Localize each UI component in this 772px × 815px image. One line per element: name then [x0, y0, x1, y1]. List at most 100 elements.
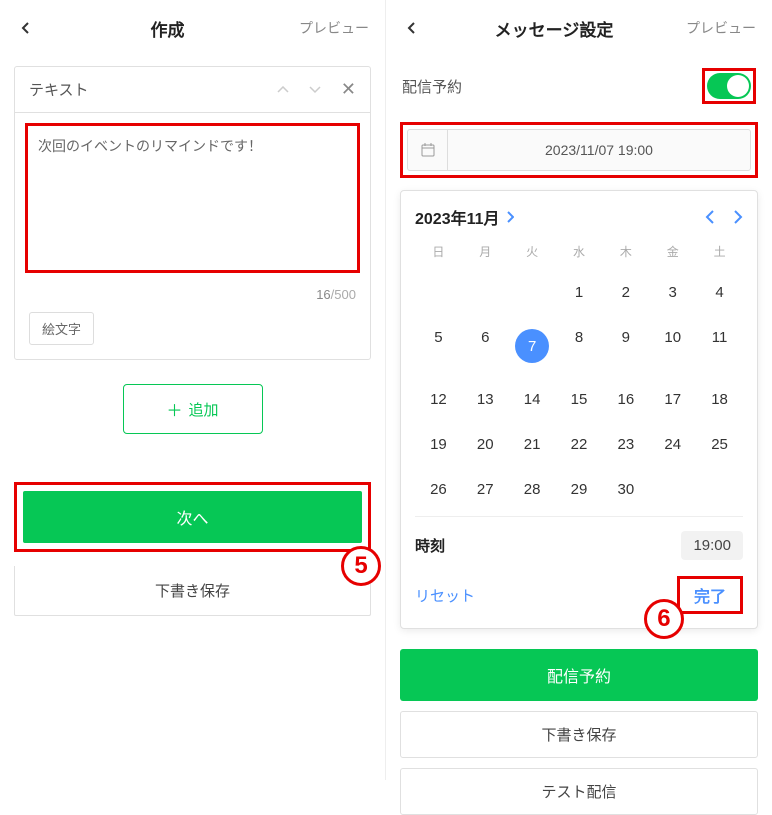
screen-compose: 作成 プレビュー テキスト ✕ 次回のイベントのリマインドです！ [0, 0, 386, 780]
day-cell[interactable]: 12 [415, 383, 462, 416]
day-cell[interactable]: 3 [649, 276, 696, 309]
day-cell[interactable]: 14 [509, 383, 556, 416]
day-cell[interactable]: 10 [649, 321, 696, 371]
day-cell[interactable]: 11 [696, 321, 743, 371]
calendar-nav [705, 210, 743, 224]
highlight-done: 完了 6 [677, 576, 743, 614]
time-row: 時刻 19:00 [415, 516, 743, 566]
dow-header: 火 [509, 239, 556, 264]
day-cell[interactable]: 29 [556, 473, 603, 506]
preview-link[interactable]: プレビュー [686, 18, 756, 38]
day-cell[interactable]: 4 [696, 276, 743, 309]
next-button[interactable]: 次へ [23, 491, 362, 543]
char-max: 500 [334, 287, 356, 302]
page-title: メッセージ設定 [495, 16, 614, 41]
draft-button[interactable]: 下書き保存 [400, 711, 758, 758]
day-empty: . [509, 276, 556, 309]
delivery-label: 配信予約 [402, 76, 462, 97]
day-cell[interactable]: 27 [462, 473, 509, 506]
day-cell[interactable]: 18 [696, 383, 743, 416]
day-cell[interactable]: 13 [462, 383, 509, 416]
test-send-button[interactable]: テスト配信 [400, 768, 758, 815]
chevron-up-icon[interactable] [277, 86, 289, 94]
day-cell[interactable]: 22 [556, 428, 603, 461]
day-cell[interactable]: 26 [415, 473, 462, 506]
calendar-popup: 2023年11月 日月火水木金土...123456789101112131415… [400, 190, 758, 629]
day-cell[interactable]: 7 [509, 321, 556, 371]
day-cell[interactable]: 15 [556, 383, 603, 416]
month-label: 2023年11月 [415, 205, 500, 229]
time-label: 時刻 [415, 535, 445, 556]
badge-6: 6 [644, 599, 684, 639]
card-header: テキスト ✕ [15, 67, 370, 113]
page-title: 作成 [151, 16, 185, 41]
dow-header: 日 [415, 239, 462, 264]
card-type-label: テキスト [29, 79, 89, 100]
message-textarea[interactable]: 次回のイベントのリマインドです！ [25, 123, 360, 273]
dow-header: 土 [696, 239, 743, 264]
day-cell[interactable]: 8 [556, 321, 603, 371]
day-cell[interactable]: 6 [462, 321, 509, 371]
add-button[interactable]: ＋ 追加 [123, 384, 263, 434]
schedule-button[interactable]: 配信予約 [400, 649, 758, 701]
day-cell[interactable]: 1 [556, 276, 603, 309]
datetime-field[interactable]: 2023/11/07 19:00 [407, 129, 751, 171]
highlight-box-5: 次へ [14, 482, 371, 552]
text-card: テキスト ✕ 次回のイベントのリマインドです！ 16/500 [14, 66, 371, 360]
day-cell[interactable]: 19 [415, 428, 462, 461]
header: メッセージ設定 プレビュー [386, 0, 772, 56]
day-cell[interactable]: 24 [649, 428, 696, 461]
highlight-toggle [702, 68, 756, 104]
calendar-grid: 日月火水木金土...123456789101112131415161718192… [415, 239, 743, 506]
next-wrap: 次へ 5 [0, 468, 385, 566]
prev-month-button[interactable] [705, 210, 715, 224]
char-current: 16 [316, 287, 330, 302]
close-icon[interactable]: ✕ [341, 79, 356, 100]
dow-header: 金 [649, 239, 696, 264]
emoji-button[interactable]: 絵文字 [29, 312, 94, 345]
dow-header: 水 [556, 239, 603, 264]
delivery-toggle-row: 配信予約 [386, 56, 772, 116]
done-button[interactable]: 完了 [694, 583, 726, 607]
calendar-footer: リセット 完了 6 [415, 566, 743, 614]
toggle-knob [727, 75, 749, 97]
calendar-month[interactable]: 2023年11月 [415, 205, 514, 229]
content-area: テキスト ✕ 次回のイベントのリマインドです！ 16/500 [0, 56, 385, 468]
day-cell[interactable]: 23 [602, 428, 649, 461]
message-text: 次回のイベントのリマインドです！ [38, 136, 347, 156]
day-empty: . [462, 276, 509, 309]
day-cell[interactable]: 30 [602, 473, 649, 506]
textarea-wrap: 次回のイベントのリマインドです！ [15, 113, 370, 283]
day-cell[interactable]: 20 [462, 428, 509, 461]
day-cell[interactable]: 16 [602, 383, 649, 416]
preview-link[interactable]: プレビュー [299, 18, 369, 38]
next-month-button[interactable] [733, 210, 743, 224]
calendar-header: 2023年11月 [415, 205, 743, 229]
back-icon[interactable] [402, 18, 422, 38]
day-cell[interactable]: 5 [415, 321, 462, 371]
day-cell[interactable]: 28 [509, 473, 556, 506]
datetime-value: 2023/11/07 19:00 [448, 142, 750, 158]
plus-icon: ＋ [166, 397, 182, 421]
card-controls: ✕ [277, 79, 356, 100]
dow-header: 月 [462, 239, 509, 264]
add-label: 追加 [189, 399, 219, 420]
time-value[interactable]: 19:00 [681, 531, 743, 560]
back-icon[interactable] [16, 18, 36, 38]
screen-settings: メッセージ設定 プレビュー 配信予約 2023/11/07 19:00 2023… [386, 0, 772, 780]
delivery-toggle[interactable] [707, 73, 751, 99]
day-cell[interactable]: 9 [602, 321, 649, 371]
draft-button[interactable]: 下書き保存 [14, 566, 371, 616]
day-cell[interactable]: 21 [509, 428, 556, 461]
header: 作成 プレビュー [0, 0, 385, 56]
dow-header: 木 [602, 239, 649, 264]
day-cell[interactable]: 2 [602, 276, 649, 309]
badge-5: 5 [341, 546, 381, 586]
chevron-down-icon[interactable] [309, 86, 321, 94]
reset-button[interactable]: リセット [415, 585, 475, 606]
highlight-datetime: 2023/11/07 19:00 [400, 122, 758, 178]
char-count: 16/500 [15, 283, 370, 302]
calendar-icon [408, 130, 448, 170]
day-cell[interactable]: 25 [696, 428, 743, 461]
day-cell[interactable]: 17 [649, 383, 696, 416]
